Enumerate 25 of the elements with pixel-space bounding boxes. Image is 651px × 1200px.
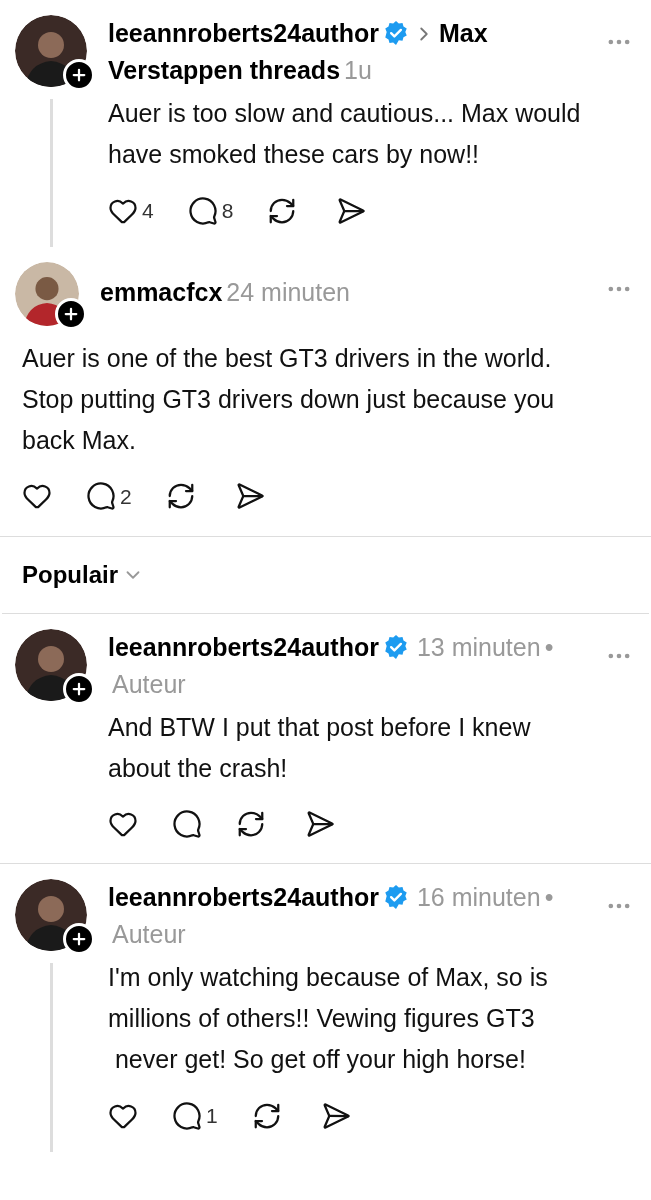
author-tag: Auteur (112, 666, 186, 703)
timestamp: 13 minuten (416, 632, 541, 663)
sort-dropdown[interactable]: Populair (22, 557, 144, 593)
timestamp: 16 minuten (416, 882, 541, 913)
author-tag: Auteur (112, 916, 186, 953)
post-text: Auer is one of the best GT3 drivers in the world. Stop putting GT3 drivers down just because you back Max. (22, 342, 556, 456)
post-text: Auer is too slow and cautious... Max would have smoked these cars by now!! (108, 98, 582, 170)
post-text: I'm only watching because of Max, so is millions of others!! Vewing figures GT3 never get! So get off your high horse! (108, 962, 549, 1075)
repost-button[interactable] (236, 809, 266, 839)
plus-icon (70, 680, 88, 698)
like-button[interactable]: 4 (108, 195, 154, 227)
timestamp: 1u (344, 55, 372, 86)
username[interactable]: emmacfcx (100, 277, 223, 306)
timestamp: 24 minuten (226, 276, 350, 308)
reply-button[interactable] (172, 809, 202, 839)
separator-dot: • (544, 882, 554, 913)
thread-title[interactable]: Verstappen threads (108, 52, 341, 89)
username[interactable]: leeannroberts24author (108, 19, 379, 47)
separator-dot: • (544, 632, 554, 663)
username[interactable]: leeannroberts24author (108, 883, 379, 911)
plus-icon (70, 66, 88, 84)
username[interactable]: leeannroberts24author (108, 633, 379, 661)
post-text: And BTW I put that post before I knew about the crash! (108, 712, 532, 784)
plus-icon (70, 930, 88, 948)
thread-title[interactable]: Max (438, 15, 488, 52)
